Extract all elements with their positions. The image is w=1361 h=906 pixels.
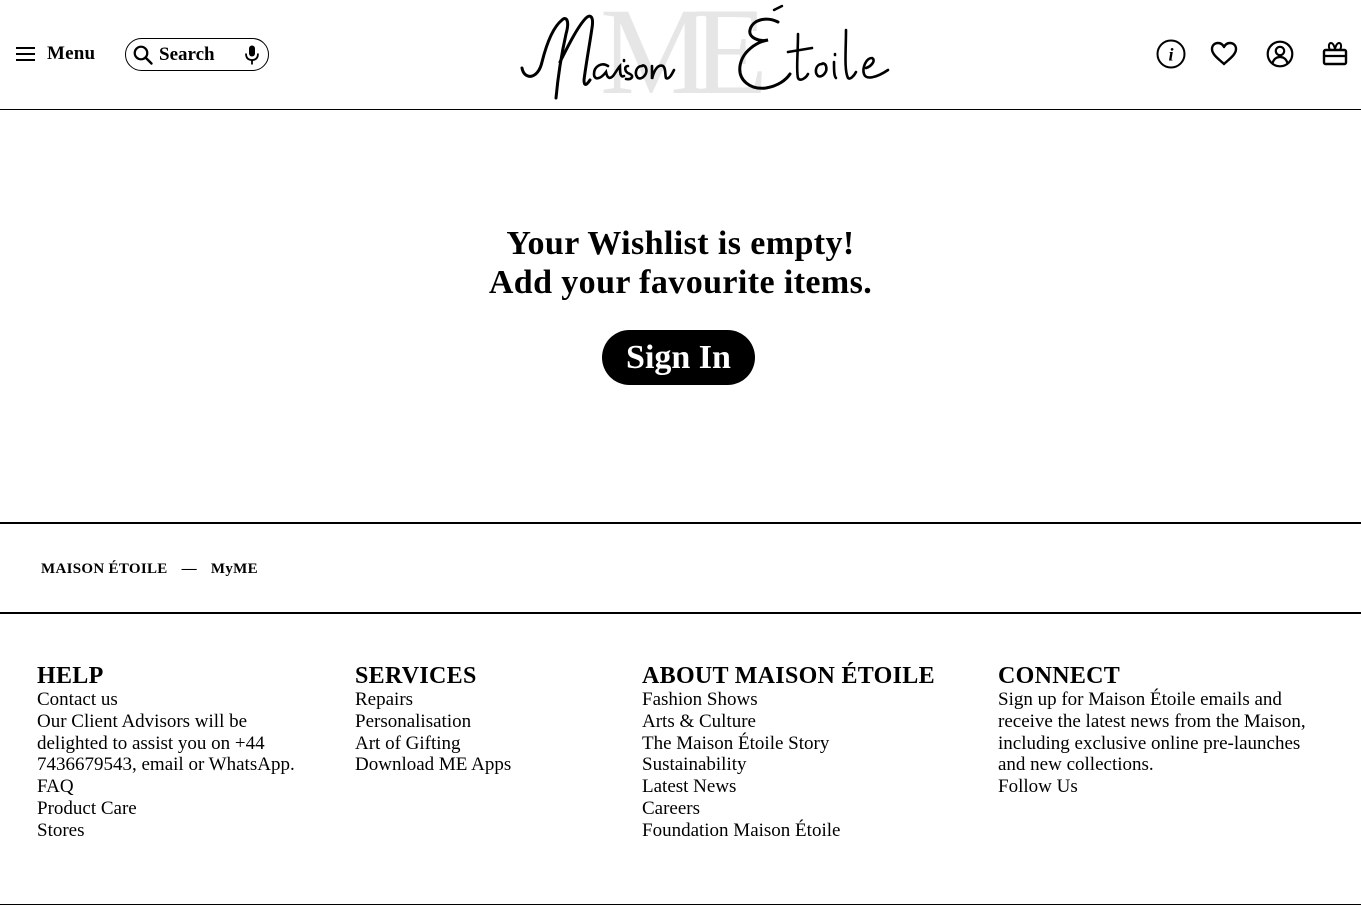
foundation-link[interactable]: Foundation Maison Étoile: [642, 820, 935, 842]
arts-culture-link[interactable]: Arts & Culture: [642, 711, 935, 733]
follow-us-link[interactable]: Follow Us: [998, 776, 1306, 798]
breadcrumb-band: MAISON ÉTOILE — MyME: [0, 522, 1361, 614]
footer-help: HELP Contact us Our Client Advisors will…: [37, 663, 295, 842]
info-icon: i: [1156, 39, 1186, 69]
repairs-link[interactable]: Repairs: [355, 689, 511, 711]
advisors-text-2: delighted to assist you on +44: [37, 732, 265, 754]
account-button[interactable]: [1264, 38, 1296, 70]
site-header: Menu ME: [0, 0, 1361, 114]
hamburger-icon: [16, 47, 35, 61]
svg-text:i: i: [1168, 45, 1173, 65]
search-icon: [133, 45, 153, 65]
newsletter-text-4: and new collections.: [998, 754, 1154, 776]
shopping-bag-icon: [1322, 41, 1348, 66]
breadcrumb-separator: —: [181, 561, 197, 577]
advisors-text-3: 7436679543, email or WhatsApp.: [37, 754, 295, 776]
newsletter-text-3: including exclusive online pre-launches: [998, 732, 1301, 754]
search-input[interactable]: [159, 43, 239, 66]
heart-icon: [1210, 41, 1238, 66]
breadcrumb: MAISON ÉTOILE — MyME: [41, 561, 258, 578]
empty-subtitle: Add your favourite items.: [488, 264, 873, 301]
info-button[interactable]: i: [1155, 38, 1187, 70]
newsletter-text-1: Sign up for Maison Étoile emails and: [998, 689, 1282, 710]
advisors-text-1: Our Client Advisors will be: [37, 710, 248, 732]
footer-connect: CONNECT Sign up for Maison Étoile emails…: [998, 663, 1306, 798]
footer-services-title: SERVICES: [355, 663, 477, 689]
product-care-link[interactable]: Product Care: [37, 798, 295, 820]
art-of-gifting-link[interactable]: Art of Gifting: [355, 733, 511, 755]
careers-link[interactable]: Careers: [642, 798, 935, 820]
latest-news-link[interactable]: Latest News: [642, 776, 935, 798]
wishlist-button[interactable]: [1208, 38, 1240, 70]
footer-about-title: ABOUT MAISON ÉTOILE: [642, 663, 935, 689]
menu-label: Menu: [47, 43, 96, 64]
bag-button[interactable]: [1319, 38, 1351, 70]
empty-title: Your Wishlist is empty!: [506, 225, 855, 262]
sign-in-button[interactable]: Sign In: [602, 330, 755, 385]
microphone-icon[interactable]: [242, 44, 262, 66]
breadcrumb-home[interactable]: MAISON ÉTOILE: [41, 561, 168, 578]
personalisation-link[interactable]: Personalisation: [355, 711, 511, 733]
logo-script: [520, 4, 890, 100]
sustainability-link[interactable]: Sustainability: [642, 754, 935, 776]
menu-button[interactable]: Menu: [16, 38, 95, 70]
faq-link[interactable]: FAQ: [37, 776, 295, 798]
footer-divider: [0, 904, 1361, 905]
empty-wishlist-message: Your Wishlist is empty! Add your favouri…: [0, 224, 1361, 302]
maison-story-link[interactable]: The Maison Étoile Story: [642, 733, 935, 755]
fashion-shows-link[interactable]: Fashion Shows: [642, 689, 935, 711]
footer-services: SERVICES Repairs Personalisation Art of …: [355, 663, 511, 776]
footer-about: ABOUT MAISON ÉTOILE Fashion Shows Arts &…: [642, 663, 935, 842]
account-icon: [1266, 40, 1294, 68]
search-box[interactable]: [125, 38, 269, 71]
newsletter-text-2: receive the latest news from the Maison,: [998, 710, 1306, 732]
footer-connect-title: CONNECT: [998, 663, 1121, 689]
contact-us-link[interactable]: Contact us: [37, 689, 295, 711]
breadcrumb-current: MyME: [210, 561, 258, 577]
footer-help-title: HELP: [37, 663, 104, 689]
stores-link[interactable]: Stores: [37, 820, 295, 842]
download-apps-link[interactable]: Download ME Apps: [355, 754, 511, 776]
brand-logo[interactable]: ME: [516, 0, 901, 114]
